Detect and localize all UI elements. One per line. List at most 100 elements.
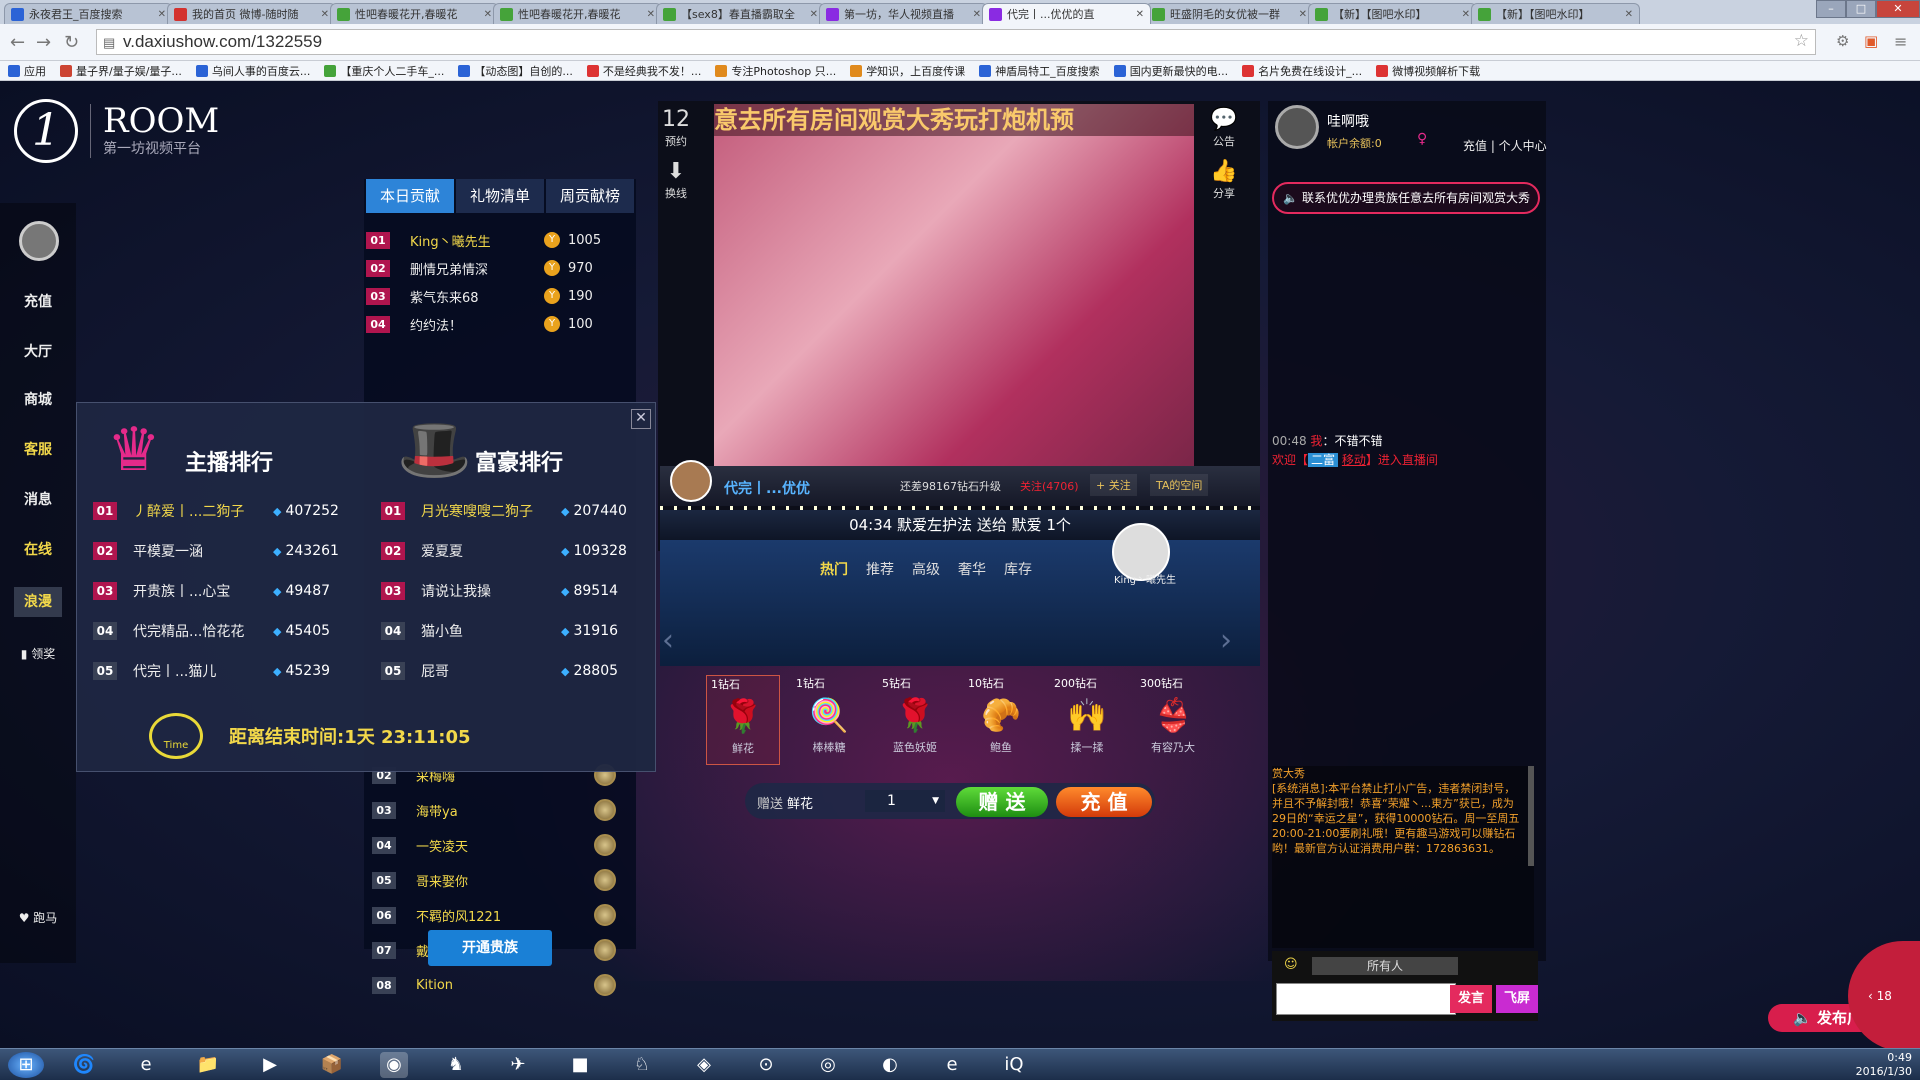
browser-tab[interactable]: 【sex8】春直播霸取全 ✕ [656,3,825,24]
rank-row[interactable]: 02 删情兄弟情深 Y 970 [366,255,593,281]
nav-messages[interactable]: 消息 [0,489,76,509]
rank-row[interactable]: 03 紫气东来68 Y 190 [366,283,593,309]
tab-close-icon[interactable]: ✕ [1299,9,1307,20]
bookmark-item[interactable]: 专注Photoshop 只... [715,63,836,79]
bookmark-item[interactable]: 国内更新最快的电... [1113,63,1228,79]
maximize-button[interactable]: □ [1846,0,1876,18]
recharge-button[interactable]: 充 值 [1056,787,1152,817]
browser-tab[interactable]: 我的首页 微博-随时随 ✕ [167,3,336,24]
gift-item[interactable]: 5钻石 🌹 蓝色妖姬 [878,675,952,765]
bookmark-item[interactable]: 微博视频解析下载 [1376,63,1480,79]
popup-rank-row[interactable]: 02 爱夏夏 ◆ 109328 [381,538,627,564]
rank-row[interactable]: 04 一笑凌天 [372,832,616,858]
popup-rank-row[interactable]: 04 猫小鱼 ◆ 31916 [381,618,618,644]
tab-weekly-contribution[interactable]: 周贡献榜 [546,179,634,213]
nav-run[interactable]: ♥ 跑马 [0,909,76,926]
star-icon[interactable]: ☆ [1794,31,1809,51]
vip-button[interactable]: 开通贵族 [428,930,552,966]
gift-tab-advanced[interactable]: 高级 [912,559,940,579]
tab-close-icon[interactable]: ✕ [973,9,981,20]
say-button[interactable]: 发言 [1450,985,1492,1013]
taskbar-app-icon[interactable]: ◈ [690,1052,718,1078]
chat-input[interactable] [1276,983,1456,1015]
user-avatar[interactable] [1275,105,1319,149]
gift-item[interactable]: 1钻石 🍭 棒棒糖 [792,675,866,765]
rank-row[interactable]: 03 海带ya [372,797,616,823]
chat-user[interactable]: 我 [1310,434,1322,448]
emoji-icon[interactable]: ☺ [1284,957,1298,972]
tool-announcement[interactable]: 💬 公告 [1204,107,1244,149]
bookmark-item[interactable]: 学知识，上百度传课 [850,63,965,79]
taskbar-app-icon[interactable]: ⊙ [752,1052,780,1078]
taskbar-app-icon[interactable]: ♘ [628,1052,656,1078]
host-name[interactable]: 代完丨...优优 [724,478,810,498]
browser-tab[interactable]: 性吧春暖花开,春暖花 ✕ [493,3,662,24]
browser-tab[interactable]: 代完丨...优优的直 ✕ [982,3,1151,24]
gift-item[interactable]: 10钻石 🥐 鲍鱼 [964,675,1038,765]
back-icon[interactable]: ← [10,32,25,53]
bookmark-item[interactable]: 量子界/量子娱/量子... [60,63,182,79]
gift-tab-recommend[interactable]: 推荐 [866,559,894,579]
tool-switch-line[interactable]: ⬇ 换线 [656,159,696,201]
rank-row[interactable]: 01 King丶曦先生 Y 1005 [366,227,601,253]
tab-close-icon[interactable]: ✕ [321,9,329,20]
bookmark-item[interactable]: 不是经典我不发！... [586,63,701,79]
forward-icon[interactable]: → [36,32,51,53]
gift-tab-inventory[interactable]: 库存 [1004,559,1032,579]
extension-icon[interactable]: ⚙ [1836,32,1849,50]
notice-banner[interactable]: 🔈 联系优优办理贵族任意去所有房间观赏大秀 [1272,182,1540,214]
nav-romance[interactable]: 浪漫 [14,587,62,617]
bookmark-item[interactable]: 【动态图】自创的... [458,63,573,79]
nav-shop[interactable]: 商城 [0,389,76,409]
welcome-user[interactable]: 移动 [1342,453,1366,467]
bookmark-item[interactable]: 神盾局特工_百度搜索 [979,63,1100,79]
taskbar-app-icon[interactable]: 📦 [318,1052,346,1078]
reload-icon[interactable]: ↻ [64,32,79,53]
tab-close-icon[interactable]: ✕ [1625,9,1633,20]
browser-tab[interactable]: 【新】【图吧水印】 ✕ [1471,3,1640,24]
taskbar-app-icon[interactable]: ■ [566,1052,594,1078]
taskbar-app-icon[interactable]: iQ [1000,1052,1028,1078]
browser-tab[interactable]: 旺盛阴毛的女优被一群 ✕ [1145,3,1314,24]
taskbar-app-icon[interactable]: ♞ [442,1052,470,1078]
tab-close-icon[interactable]: ✕ [484,9,492,20]
gift-item[interactable]: 200钻石 🙌 揉一揉 [1050,675,1124,765]
taskbar-app-icon[interactable]: ✈ [504,1052,532,1078]
tab-gift-list[interactable]: 礼物清单 [456,179,544,213]
send-gift-button[interactable]: 赠 送 [956,787,1048,817]
taskbar-app-icon[interactable]: ◉ [380,1052,408,1078]
bookmark-item[interactable]: 应用 [8,63,46,79]
nav-service[interactable]: 客服 [0,439,76,459]
url-input[interactable]: ▤ v.daxiushow.com/1322559 ☆ [96,29,1816,55]
gift-tab-luxury[interactable]: 奢华 [958,559,986,579]
taskbar-app-icon[interactable]: e [132,1052,160,1078]
nav-hall[interactable]: 大厅 [0,341,76,361]
nav-recharge[interactable]: 充值 [0,291,76,311]
tab-close-icon[interactable]: ✕ [647,9,655,20]
popup-rank-row[interactable]: 04 代完精品...恰花花 ◆ 45405 [93,618,330,644]
start-button[interactable]: ⊞ [8,1052,44,1078]
browser-tab[interactable]: 【新】【图吧水印】 ✕ [1308,3,1477,24]
popup-rank-row[interactable]: 05 屁哥 ◆ 28805 [381,658,618,684]
taskbar-app-icon[interactable]: 📁 [194,1052,222,1078]
taskbar-app-icon[interactable]: ◎ [814,1052,842,1078]
tool-reserve[interactable]: 12 预约 [656,107,696,149]
taskbar-app-icon[interactable]: e [938,1052,966,1078]
host-avatar[interactable] [670,460,712,502]
rank-row[interactable]: 06 不羁的风1221 [372,902,616,928]
tab-close-icon[interactable]: ✕ [1136,9,1144,20]
popup-rank-row[interactable]: 02 平模夏一涵 ◆ 243261 [93,538,339,564]
rank-row[interactable]: 05 哥来娶你 [372,867,616,893]
popup-rank-row[interactable]: 01 丿醉爱丨...二狗子 ◆ 407252 [93,498,339,524]
rank-row[interactable]: 04 约约法！ Y 100 [366,311,593,337]
avatar[interactable] [19,221,59,261]
chat-target-select[interactable]: 所有人 [1312,957,1458,975]
gift-item[interactable]: 1钻石 🌹 鲜花 [706,675,780,765]
host-space-button[interactable]: TA的空间 [1150,474,1209,496]
popup-rank-row[interactable]: 01 月光寒嗖嗖二狗子 ◆ 207440 [381,498,627,524]
taskbar-app-icon[interactable]: ▶ [256,1052,284,1078]
browser-tab[interactable]: 永夜君王_百度搜索 ✕ [4,3,173,24]
tab-close-icon[interactable]: ✕ [158,9,166,20]
nav-online[interactable]: 在线 [0,539,76,559]
browser-tab[interactable]: 性吧春暖花开,春暖花 ✕ [330,3,499,24]
